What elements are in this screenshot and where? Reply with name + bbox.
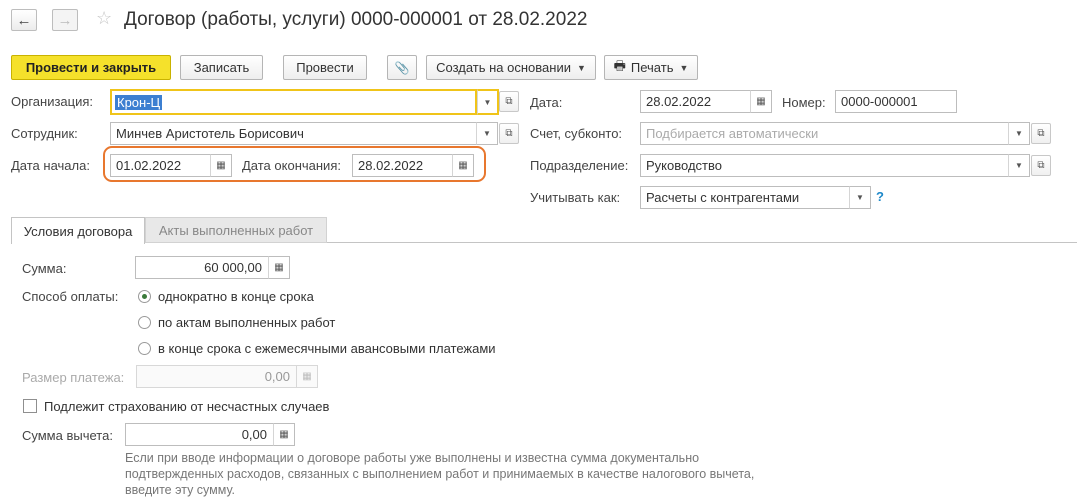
deduction-hint: Если при вводе информации о договоре раб… xyxy=(125,451,755,497)
account-as-field[interactable]: Расчеты с контрагентами xyxy=(640,186,850,209)
dropdown-caret-icon: ▼ xyxy=(679,62,689,73)
payment-option-radio-1[interactable] xyxy=(138,290,151,303)
account-as-dropdown[interactable]: ▼ xyxy=(849,186,871,209)
account-field[interactable]: Подбирается автоматически xyxy=(640,122,1009,145)
start-date-value: 01.02.2022 xyxy=(116,158,182,173)
department-open-button[interactable]: ⧉ xyxy=(1031,155,1051,176)
organization-dropdown[interactable]: ▼ xyxy=(477,89,499,115)
sum-calculator-button[interactable]: ▦ xyxy=(268,256,290,279)
number-label: Номер: xyxy=(782,95,826,110)
open-form-icon: ⧉ xyxy=(505,128,513,139)
insurance-checkbox[interactable] xyxy=(23,399,37,413)
account-as-value: Расчеты с контрагентами xyxy=(646,190,800,205)
print-label: Печать xyxy=(630,60,674,75)
employee-dropdown[interactable]: ▼ xyxy=(476,122,498,145)
post-button[interactable]: Провести xyxy=(283,55,367,80)
post-and-close-button[interactable]: Провести и закрыть xyxy=(11,55,171,80)
tab-contract-conditions[interactable]: Условия договора xyxy=(11,217,145,244)
account-dropdown[interactable]: ▼ xyxy=(1008,122,1030,145)
payment-option-radio-2[interactable] xyxy=(138,316,151,329)
end-date-label: Дата окончания: xyxy=(242,158,341,173)
forward-button[interactable]: → xyxy=(52,9,78,31)
deduction-field[interactable]: 0,00 xyxy=(125,423,274,446)
account-as-label: Учитывать как: xyxy=(530,190,621,205)
chevron-down-icon: ▼ xyxy=(856,193,864,202)
favorite-star-icon[interactable]: ☆ xyxy=(96,8,112,29)
account-label: Счет, субконто: xyxy=(530,126,623,141)
payment-option-label-3: в конце срока с ежемесячными авансовыми … xyxy=(158,341,496,356)
account-placeholder: Подбирается автоматически xyxy=(646,126,819,141)
save-button[interactable]: Записать xyxy=(180,55,263,80)
deduction-label: Сумма вычета: xyxy=(22,428,113,443)
back-button[interactable]: ← xyxy=(11,9,37,31)
start-date-label: Дата начала: xyxy=(11,158,90,173)
payment-option-radio-3[interactable] xyxy=(138,342,151,355)
number-value: 0000-000001 xyxy=(841,94,918,109)
calendar-icon: ▦ xyxy=(756,96,766,107)
deduction-value: 0,00 xyxy=(241,427,267,442)
forward-arrow-icon: → xyxy=(57,11,73,29)
end-date-value: 28.02.2022 xyxy=(358,158,424,173)
employee-field[interactable]: Минчев Аристотель Борисович xyxy=(110,122,477,145)
payment-size-value: 0,00 xyxy=(264,369,290,384)
employee-value: Минчев Аристотель Борисович xyxy=(116,126,304,141)
organization-value: Крон-Ц xyxy=(115,94,163,110)
page-title: Договор (работы, услуги) 0000-000001 от … xyxy=(124,9,588,30)
open-form-icon: ⧉ xyxy=(505,96,513,107)
calculator-icon: ▦ xyxy=(279,429,289,440)
dropdown-caret-icon: ▼ xyxy=(576,62,586,73)
chevron-down-icon: ▼ xyxy=(1015,129,1023,138)
open-form-icon: ⧉ xyxy=(1037,128,1045,139)
payment-size-calculator-button[interactable]: ▦ xyxy=(296,365,318,388)
payment-method-label: Способ оплаты: xyxy=(22,289,119,304)
organization-label: Организация: xyxy=(11,94,94,109)
date-value: 28.02.2022 xyxy=(646,94,712,109)
date-calendar-button[interactable]: ▦ xyxy=(750,90,772,113)
start-date-field[interactable]: 01.02.2022 xyxy=(110,154,211,177)
start-date-calendar-button[interactable]: ▦ xyxy=(210,154,232,177)
insurance-label: Подлежит страхованию от несчастных случа… xyxy=(44,399,330,414)
end-date-calendar-button[interactable]: ▦ xyxy=(452,154,474,177)
sum-label: Сумма: xyxy=(22,261,67,276)
employee-label: Сотрудник: xyxy=(11,126,78,141)
organization-field[interactable]: Крон-Ц xyxy=(110,89,477,115)
deduction-calculator-button[interactable]: ▦ xyxy=(273,423,295,446)
payment-option-label-2: по актам выполненных работ xyxy=(158,315,336,330)
calculator-icon: ▦ xyxy=(302,371,312,382)
sum-value: 60 000,00 xyxy=(204,260,262,275)
printer-icon: 🖶 xyxy=(613,57,626,73)
chevron-down-icon: ▼ xyxy=(1015,161,1023,170)
back-arrow-icon: ← xyxy=(16,11,32,29)
calculator-icon: ▦ xyxy=(274,262,284,273)
sum-field[interactable]: 60 000,00 xyxy=(135,256,269,279)
create-based-on-label: Создать на основании xyxy=(436,60,571,75)
number-field[interactable]: 0000-000001 xyxy=(835,90,957,113)
department-dropdown[interactable]: ▼ xyxy=(1008,154,1030,177)
print-button[interactable]: 🖶 Печать ▼ xyxy=(604,55,698,80)
account-open-button[interactable]: ⧉ xyxy=(1031,123,1051,144)
attach-button[interactable]: 📎 xyxy=(387,55,417,80)
organization-open-button[interactable]: ⧉ xyxy=(499,91,519,112)
department-value: Руководство xyxy=(646,158,722,173)
department-label: Подразделение: xyxy=(530,158,629,173)
date-field[interactable]: 28.02.2022 xyxy=(640,90,751,113)
chevron-down-icon: ▼ xyxy=(483,129,491,138)
create-based-on-button[interactable]: Создать на основании ▼ xyxy=(426,55,596,80)
chevron-down-icon: ▼ xyxy=(483,97,492,107)
payment-option-label-1: однократно в конце срока xyxy=(158,289,314,304)
department-field[interactable]: Руководство xyxy=(640,154,1009,177)
end-date-field[interactable]: 28.02.2022 xyxy=(352,154,453,177)
payment-size-field[interactable]: 0,00 xyxy=(136,365,297,388)
tab-work-acts[interactable]: Акты выполненных работ xyxy=(145,217,327,243)
help-icon[interactable]: ? xyxy=(876,189,884,204)
paperclip-icon: 📎 xyxy=(394,60,410,75)
payment-size-label: Размер платежа: xyxy=(22,370,125,385)
employee-open-button[interactable]: ⧉ xyxy=(499,123,519,144)
date-label: Дата: xyxy=(530,95,563,110)
calendar-icon: ▦ xyxy=(458,160,468,171)
calendar-icon: ▦ xyxy=(216,160,226,171)
open-form-icon: ⧉ xyxy=(1037,160,1045,171)
